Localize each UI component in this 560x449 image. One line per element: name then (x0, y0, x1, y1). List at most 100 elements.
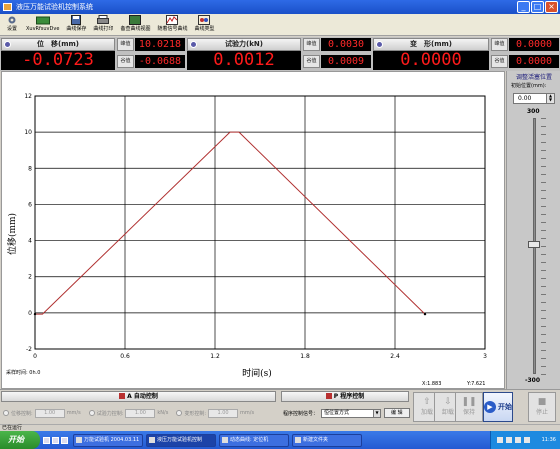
piston-slider-thumb[interactable] (528, 241, 540, 248)
curve-view-button[interactable]: 备查曲线视图 (118, 14, 152, 36)
spinner-arrows-icon[interactable]: ▲ ▼ (546, 94, 554, 103)
slider-tick (541, 198, 546, 199)
y-tick-label: 2 (28, 274, 32, 281)
network-icon[interactable] (506, 437, 512, 443)
slider-tick (541, 262, 546, 263)
slider-tick (541, 342, 546, 343)
force-valley-value: 0.0009 (321, 55, 371, 68)
slider-tick (541, 150, 546, 151)
print-curve-button[interactable]: 曲线打印 (91, 14, 115, 36)
slider-tick (541, 118, 546, 119)
displacement-valley-value: -0.0688 (135, 55, 185, 68)
start-button[interactable]: ▶ 开始 (483, 392, 513, 422)
play-icon: ▶ (484, 401, 496, 413)
chevron-down-icon: ▼ (373, 409, 381, 417)
slider-tick (541, 254, 546, 255)
printer-icon (96, 15, 110, 25)
start-menu-button[interactable]: 开始 (0, 431, 40, 449)
curve-type-button[interactable]: 曲线类型 (192, 14, 216, 36)
pause-icon: ❚❚ (461, 397, 477, 407)
volume-icon[interactable] (497, 437, 503, 443)
program-select[interactable]: 恒位置方式 ▼ (321, 408, 382, 418)
slider-tick (541, 310, 546, 311)
save-curve-button[interactable]: 曲线保存 (64, 14, 88, 36)
stop-button[interactable]: ■ 停止 (528, 392, 556, 422)
valley-label: 谷值 (303, 55, 320, 68)
edit-button[interactable]: 编 辑 (384, 408, 410, 418)
force-panel: 试验力(kN) 0.0012 峰值 0.0030 谷值 0.0009 (187, 38, 371, 70)
force-rate-input[interactable]: 1.00 (125, 408, 156, 418)
slider-tick (541, 278, 546, 279)
tray-icon[interactable] (524, 437, 530, 443)
sample-time-text: 采样时间: 0h.0 (6, 369, 40, 376)
deformation-radio[interactable] (176, 410, 183, 416)
y-tick-label: 12 (24, 93, 32, 100)
slider-tick (541, 270, 546, 271)
plot-frame (34, 95, 486, 350)
cursor-y-readout: Y:7.621 (466, 381, 485, 387)
signal-curve-button[interactable]: 随着信号曲线 (155, 14, 189, 36)
indicator-icon (4, 41, 11, 48)
slider-tick (541, 206, 546, 207)
close-button[interactable]: × (545, 1, 558, 13)
quick-launch (43, 436, 73, 444)
device-icon (35, 15, 50, 25)
data-point (33, 312, 37, 316)
slider-tick (541, 302, 546, 303)
data-point (423, 312, 427, 316)
displacement-rate-input[interactable]: 1.00 (34, 408, 65, 418)
taskbar-item[interactable]: 万能试验机 2004.03.11 (73, 433, 143, 447)
slider-tick (541, 326, 546, 327)
program-control-button[interactable]: P 程序控制 (281, 391, 409, 402)
app-icon (222, 436, 228, 443)
save-curve-icon (69, 15, 83, 25)
peak-label: 峰值 (303, 38, 320, 51)
status-bar: 已在运行 (0, 424, 560, 431)
browser-icon[interactable] (52, 436, 59, 444)
hold-button[interactable]: ❚❚ 保持 (455, 392, 483, 422)
slider-tick (541, 238, 546, 239)
folder-icon[interactable] (61, 436, 68, 444)
displacement-panel: 位 移(mm) -0.0723 峰值 10.0218 谷值 -0.0688 (1, 38, 185, 70)
x-tick-label: 0 (33, 353, 37, 360)
displacement-peak-value: 10.0218 (135, 38, 185, 51)
auto-control-icon (119, 393, 126, 399)
toolbar: 设置 XuvRfsuvDve 曲线保存 曲线打印 备查曲线视图 随着信号曲线 曲… (0, 14, 560, 36)
force-peak-value: 0.0030 (321, 38, 371, 51)
stop-icon: ■ (537, 397, 547, 407)
slider-tick (541, 222, 546, 223)
slider-tick (541, 126, 546, 127)
slider-tick (541, 174, 546, 175)
slider-tick (541, 294, 546, 295)
maximize-button[interactable]: □ (531, 1, 544, 13)
initial-position-spinner[interactable]: 0.00 ▲ ▼ (513, 93, 555, 104)
auto-control-button[interactable]: A 自动控制 (1, 391, 276, 402)
displacement-time-chart: 0 0.6 1.2 1.8 2.4 3 -2024681012 时间(s) 位移(mm) … (6, 93, 487, 387)
displacement-radio[interactable] (3, 410, 9, 416)
deformation-rate-input[interactable]: 1.00 (208, 408, 239, 418)
security-icon[interactable] (515, 437, 521, 443)
device-button[interactable]: XuvRfsuvDve (24, 14, 61, 36)
deformation-valley-value: 0.0000 (509, 55, 559, 68)
deformation-value: 0.0000 (373, 51, 489, 70)
window-controls: _ □ × (517, 1, 558, 13)
force-radio[interactable] (88, 410, 95, 416)
indicator-icon (376, 41, 383, 48)
taskbar-item[interactable]: 新建文件夹 (292, 433, 362, 447)
chart-grid (34, 95, 486, 350)
y-tick-label: 0 (28, 310, 32, 317)
minimize-button[interactable]: _ (517, 1, 530, 13)
slider-tick (541, 350, 546, 351)
slider-tick (541, 318, 546, 319)
deformation-panel: 变 形(mm) 0.0000 峰值 0.0000 谷值 0.0000 (373, 38, 559, 70)
settings-button[interactable]: 设置 (3, 14, 21, 36)
y-tick-label: 4 (28, 238, 32, 245)
taskbar-item[interactable]: 液压万能试验机控制 (146, 433, 216, 447)
taskbar-item[interactable]: 动态曲线: 定位机 (219, 433, 289, 447)
desktop-icon[interactable] (43, 436, 50, 444)
x-tick-label: 0.6 (120, 353, 130, 360)
clock: 11:36 (541, 437, 556, 443)
slider-tick (541, 366, 546, 367)
control-bar: A 自动控制 P 程序控制 位移控制: 1.00 mm/s 试验力控制: 1.00 kN… (0, 389, 560, 424)
slider-tick (541, 158, 546, 159)
